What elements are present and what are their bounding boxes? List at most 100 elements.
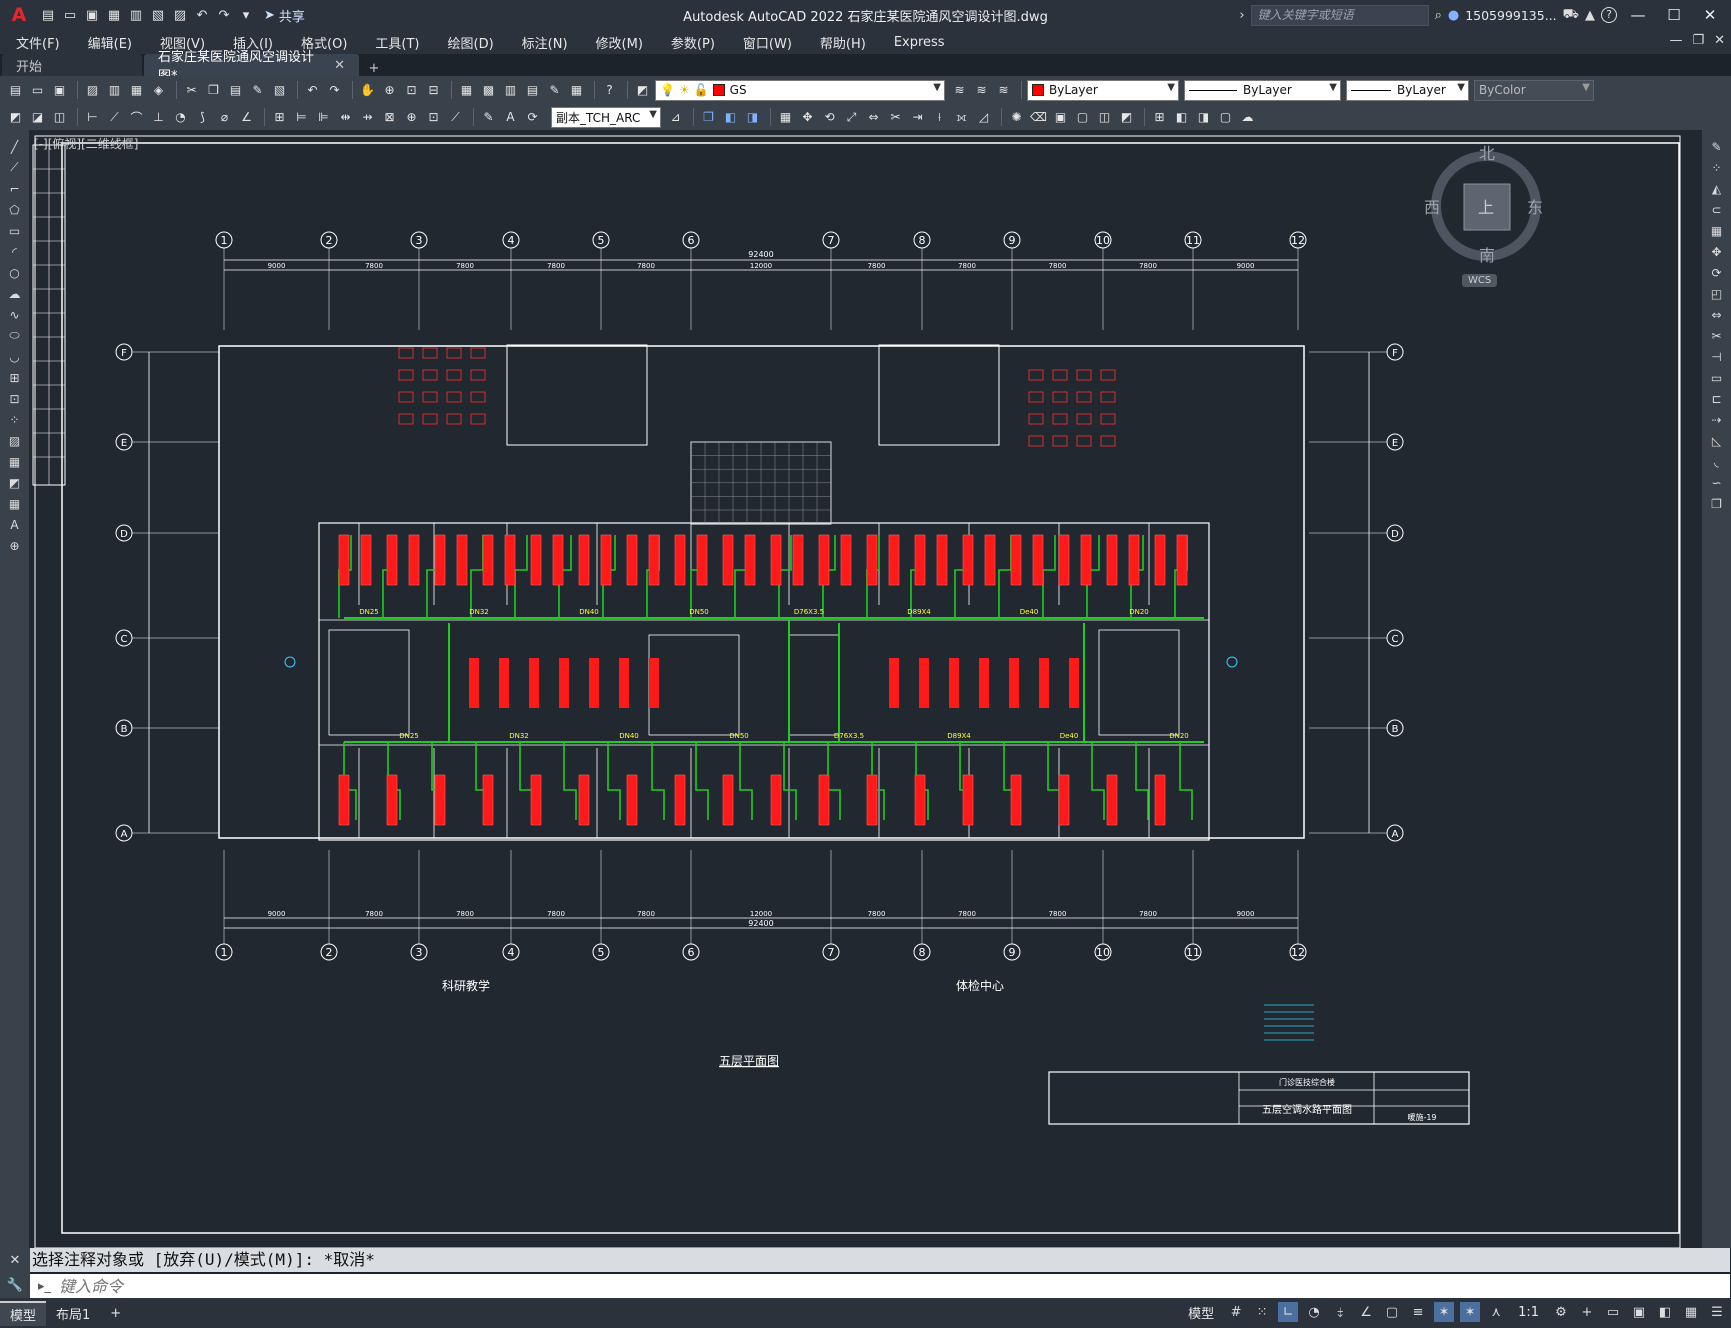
trim-icon[interactable]: ✂ <box>886 108 905 127</box>
layer-walk-icon[interactable]: ◪ <box>28 108 47 127</box>
tab-drawing[interactable]: 石家庄某医院通风空调设计图*✕ <box>144 50 359 84</box>
stretch-icon[interactable]: ⇔ <box>1708 306 1726 323</box>
annotation-scale[interactable]: 1:1 <box>1512 1305 1545 1320</box>
dim-aligned-icon[interactable]: ⟋ <box>105 108 124 127</box>
calculator-icon[interactable]: ▦ <box>567 81 586 100</box>
menu-item[interactable]: 文件(F) <box>0 33 72 52</box>
polar-icon[interactable]: ◔ <box>1304 1302 1324 1322</box>
layer-state-icon[interactable]: ◩ <box>6 108 25 127</box>
blend-icon[interactable]: ∽ <box>1708 474 1726 491</box>
preview-icon[interactable]: ▥ <box>105 81 124 100</box>
dim-radius-icon[interactable]: ◔ <box>171 108 190 127</box>
annotation-visibility-icon[interactable]: ✶ <box>1434 1302 1455 1322</box>
ortho-icon[interactable]: ∟ <box>1278 1302 1299 1322</box>
jog-line-icon[interactable]: ⟋ <box>446 108 465 127</box>
join-icon[interactable]: ⇢ <box>1708 411 1726 428</box>
annotation-scale-icon[interactable]: ⋏ <box>1486 1302 1506 1322</box>
block-icon[interactable]: ▧ <box>270 81 289 100</box>
tab-start[interactable]: 开始 <box>2 54 142 76</box>
rotate-icon[interactable]: ⟳ <box>1708 264 1726 281</box>
save-icon[interactable]: ▣ <box>82 5 102 25</box>
center-mark-icon[interactable]: ⊕ <box>402 108 421 127</box>
open-icon[interactable]: ▭ <box>28 81 47 100</box>
dim-update-icon[interactable]: ⟳ <box>523 108 542 127</box>
dim-edit-icon[interactable]: ✎ <box>479 108 498 127</box>
trim-icon[interactable]: ✂ <box>1708 327 1726 344</box>
copy-icon[interactable]: ⁘ <box>1708 159 1726 176</box>
isolate-icon[interactable]: ◧ <box>1655 1302 1675 1322</box>
dim-angular-icon[interactable]: ∠ <box>237 108 256 127</box>
arc-icon[interactable]: ◜ <box>6 243 24 260</box>
command-prompt-icon[interactable]: ▸_ <box>30 1279 59 1294</box>
insert-block-icon[interactable]: ⊞ <box>1150 108 1169 127</box>
copy-object-icon[interactable]: ❐ <box>699 108 718 127</box>
polygon-icon[interactable]: ⬠ <box>6 201 24 218</box>
help-icon[interactable]: ? <box>1601 7 1617 23</box>
image-icon[interactable]: ◨ <box>1194 108 1213 127</box>
model-space-button[interactable]: 模型 <box>1182 1303 1220 1322</box>
pan-icon[interactable]: ✋ <box>358 81 377 100</box>
add-layout-icon[interactable]: + <box>100 1304 131 1323</box>
compass-south[interactable]: 南 <box>1479 242 1495 266</box>
menu-item[interactable]: 修改(M) <box>580 33 655 52</box>
circle-icon[interactable]: ○ <box>6 264 24 281</box>
wcs-menu[interactable]: WCS <box>1462 274 1498 287</box>
move-icon[interactable]: ✥ <box>1708 243 1726 260</box>
command-input[interactable] <box>59 1275 1660 1297</box>
polyline-icon[interactable]: ⌐ <box>6 180 24 197</box>
hatch-icon[interactable]: ▨ <box>6 432 24 449</box>
grid-icon[interactable]: # <box>1226 1302 1246 1322</box>
array-icon[interactable]: ▦ <box>1708 222 1726 239</box>
menu-item[interactable]: 编辑(E) <box>72 33 144 52</box>
offset-icon[interactable]: ◨ <box>743 108 762 127</box>
transparency-icon[interactable]: ≡ <box>1408 1302 1428 1322</box>
mirror-icon[interactable]: ◧ <box>721 108 740 127</box>
extend-icon[interactable]: ⇥ <box>908 108 927 127</box>
viewport-icon[interactable]: ▢ <box>1216 108 1235 127</box>
save-icon[interactable]: ▣ <box>50 81 69 100</box>
drawing-canvas[interactable]: 1 1 2 2 3 3 4 4 5 5 6 6 7 7 8 8 9 9 10 10 11 11 12 12 F F E E D D C C B B… <box>29 130 1702 1248</box>
plot-icon[interactable]: ▨ <box>170 5 190 25</box>
menu-item[interactable]: 帮助(H) <box>804 33 878 52</box>
markup-icon[interactable]: ✎ <box>545 81 564 100</box>
ungroup-icon[interactable]: ▢ <box>1073 108 1092 127</box>
draworder-icon[interactable]: ◫ <box>1095 108 1114 127</box>
scale-icon[interactable]: ⤢ <box>842 108 861 127</box>
share-button[interactable]: ➤ 共享 <box>264 6 305 25</box>
dim-arc-icon[interactable]: ⌒ <box>127 108 146 127</box>
close-button[interactable]: ✕ <box>1695 6 1725 24</box>
web-save-icon[interactable]: ▧ <box>148 5 168 25</box>
explode-icon[interactable]: ✺ <box>1007 108 1026 127</box>
workspace-icon[interactable]: ⚙ <box>1551 1302 1571 1322</box>
add-selected-icon[interactable]: ⊕ <box>6 537 24 554</box>
cart-icon[interactable]: ⛟ <box>1563 7 1579 24</box>
dimstyle-dropdown[interactable]: 副本_TCH_ARC ▼ <box>551 106 661 128</box>
rectangle-icon[interactable]: ▭ <box>6 222 24 239</box>
point-icon[interactable]: ⁘ <box>6 411 24 428</box>
menu-item[interactable]: Express <box>878 35 957 50</box>
help-icon[interactable]: ? <box>600 81 619 100</box>
maximize-button[interactable]: ☐ <box>1659 6 1689 24</box>
redo-icon[interactable]: ↷ <box>325 81 344 100</box>
mirror-icon[interactable]: ◭ <box>1708 180 1726 197</box>
menu-item[interactable]: 绘图(D) <box>432 33 506 52</box>
print-icon[interactable]: ▨ <box>83 81 102 100</box>
units-icon[interactable]: ▭ <box>1603 1302 1623 1322</box>
publish-icon[interactable]: ▦ <box>127 81 146 100</box>
add-icon[interactable]: + <box>1577 1302 1597 1322</box>
copy-icon[interactable]: ❐ <box>204 81 223 100</box>
plot-3d-icon[interactable]: ◈ <box>149 81 168 100</box>
explode-icon[interactable]: ❐ <box>1708 495 1726 512</box>
menu-item[interactable]: 窗口(W) <box>727 33 804 52</box>
autoscale-icon[interactable]: ✶ <box>1460 1302 1481 1322</box>
command-settings-icon[interactable]: 🔧 <box>7 1278 23 1293</box>
match-prop-icon[interactable]: ✎ <box>248 81 267 100</box>
xref-icon[interactable]: ◧ <box>1172 108 1191 127</box>
quick-properties-icon[interactable]: ▣ <box>1629 1302 1649 1322</box>
layer-match-icon[interactable]: ◫ <box>50 108 69 127</box>
layer-previous-icon[interactable]: ≋ <box>972 81 991 100</box>
dim-jogged-icon[interactable]: ⟆ <box>193 108 212 127</box>
dim-text-edit-icon[interactable]: A <box>501 108 520 127</box>
new-file-icon[interactable]: ▤ <box>38 5 58 25</box>
dim-linear-icon[interactable]: ⊢ <box>83 108 102 127</box>
